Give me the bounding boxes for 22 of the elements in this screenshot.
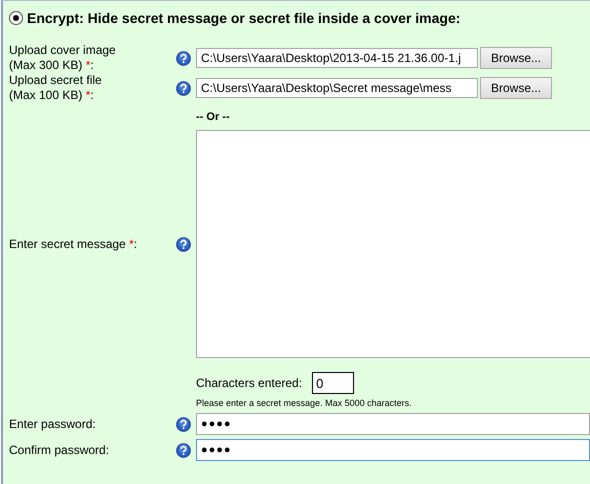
field-label: Enter secret message *:: [9, 236, 138, 252]
field-label: Upload cover image (Max 300 KB) *:: [9, 43, 117, 73]
character-count-field[interactable]: 0: [312, 372, 354, 394]
hint-text: Please enter a secret message. Max 5000 characters.: [196, 398, 413, 408]
help-icon[interactable]: [176, 236, 191, 252]
help-icon[interactable]: [176, 80, 191, 96]
counter-label: Characters entered:: [196, 376, 302, 390]
field-label: Enter password:: [9, 416, 97, 432]
section-title: Encrypt: Hide secret message or secret file inside a cover image:: [27, 10, 460, 26]
help-icon[interactable]: [176, 50, 191, 66]
file-path-field[interactable]: C:\Users\Yaara\Desktop\Secret message\mess: [196, 78, 478, 98]
file-path-field[interactable]: C:\Users\Yaara\Desktop\2013-04-15 21.36.00-1.j: [196, 48, 478, 68]
password-field[interactable]: ●●●●: [196, 413, 590, 435]
browse-button[interactable]: Browse...: [480, 47, 552, 69]
field-label: Confirm password:: [9, 442, 110, 458]
help-icon[interactable]: [176, 416, 191, 432]
or-separator: -- Or --: [196, 111, 230, 123]
radio-button[interactable]: [9, 11, 23, 25]
field-label: Upload secret file (Max 100 KB) *:: [9, 73, 103, 103]
help-icon[interactable]: [176, 442, 191, 458]
password-field[interactable]: ●●●●: [196, 439, 590, 461]
browse-button[interactable]: Browse...: [480, 77, 552, 99]
